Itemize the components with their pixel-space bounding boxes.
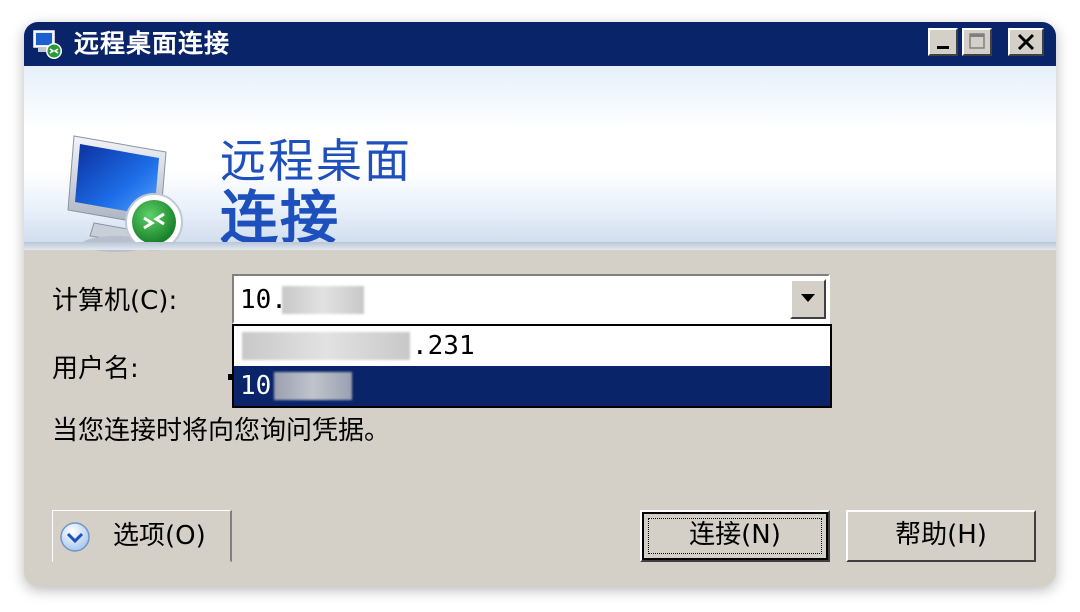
- remote-desktop-dialog: 远程桌面连接 远程桌面 连接 计算机(C): 10. 用户名: .231 10.…: [24, 22, 1056, 586]
- options-toggle[interactable]: 选项(O): [52, 510, 232, 562]
- title-bar[interactable]: 远程桌面连接: [24, 22, 1056, 66]
- redacted-text: [242, 332, 410, 360]
- banner-divider: [24, 242, 1056, 250]
- chevron-down-icon: [801, 294, 815, 302]
- redacted-text: [282, 286, 364, 314]
- dropdown-option-selected[interactable]: 10. 4.4: [234, 366, 830, 406]
- banner: 远程桌面 连接: [24, 66, 1056, 252]
- minimize-button[interactable]: [928, 28, 958, 56]
- help-button[interactable]: 帮助(H): [846, 510, 1036, 562]
- computer-label: 计算机(C):: [52, 286, 178, 316]
- credentials-note: 当您连接时将向您询问凭据。: [52, 416, 391, 446]
- redacted-text: [274, 372, 352, 400]
- dropdown-option[interactable]: .231: [234, 326, 830, 366]
- computer-dropdown-list[interactable]: .231 10. 4.4: [232, 324, 832, 408]
- window-title: 远程桌面连接: [74, 29, 231, 58]
- options-label: 选项(O): [113, 521, 206, 551]
- banner-title-line1: 远程桌面: [220, 134, 412, 188]
- expand-down-icon: [60, 522, 90, 552]
- remote-desktop-icon: [33, 30, 62, 59]
- minimize-icon: [937, 46, 949, 49]
- dropdown-toggle-button[interactable]: [790, 279, 826, 319]
- close-icon: [1017, 33, 1035, 51]
- dropdown-option-text: .231: [412, 331, 475, 361]
- banner-title-line2: 连接: [220, 184, 341, 252]
- close-button[interactable]: [1008, 28, 1044, 56]
- maximize-icon: [969, 33, 985, 49]
- connect-button[interactable]: 连接(N): [640, 510, 830, 562]
- monitor-connect-icon: [67, 135, 183, 252]
- username-label: 用户名:: [52, 354, 139, 384]
- computer-combobox[interactable]: 10. .4: [232, 274, 830, 324]
- maximize-button[interactable]: [962, 28, 992, 56]
